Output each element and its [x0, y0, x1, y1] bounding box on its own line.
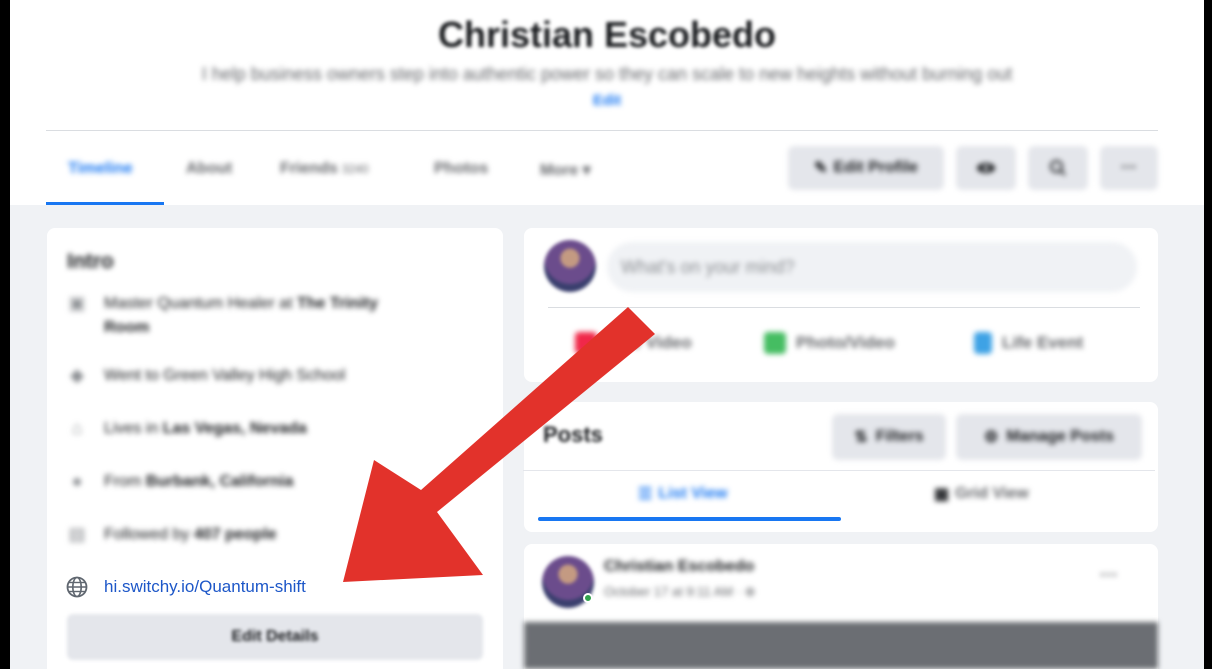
briefcase-icon: ▣: [68, 293, 86, 313]
filter-icon: ⇅: [854, 429, 868, 446]
life-event-button[interactable]: Life Event: [974, 332, 1083, 354]
home-icon: ⌂: [71, 418, 83, 438]
online-status-dot: [583, 593, 593, 603]
manage-posts-button[interactable]: ⚙ Manage Posts: [956, 414, 1142, 460]
tab-more[interactable]: More ▾: [540, 160, 591, 180]
photo-icon: [764, 332, 786, 354]
search-button[interactable]: [1028, 146, 1088, 190]
search-icon: [1050, 160, 1066, 176]
tab-timeline[interactable]: Timeline: [68, 160, 133, 178]
profile-name: Christian Escobedo: [437, 14, 777, 55]
posts-divider: [523, 470, 1155, 471]
post-image[interactable]: [524, 622, 1158, 669]
photo-video-button[interactable]: Photo/Video: [764, 332, 895, 354]
more-options-button[interactable]: ···: [1100, 146, 1158, 190]
profile-bio: I help business owners step into authent…: [201, 64, 1013, 84]
graduation-cap-icon: ◆: [70, 365, 84, 385]
intro-item-followers: ▤ Followed by 407 people: [66, 523, 276, 547]
intro-item-from: ● From Burbank, California: [66, 470, 294, 494]
gear-icon: ⚙: [984, 429, 999, 446]
status-input[interactable]: What's on your mind?: [607, 242, 1137, 292]
live-video-button[interactable]: Live Video: [575, 332, 692, 354]
header-divider: [46, 130, 1158, 131]
globe-icon: [66, 576, 88, 598]
intro-item-website[interactable]: hi.switchy.io/Quantum-shift: [66, 576, 306, 598]
list-icon: ☰: [638, 486, 653, 503]
bio-edit-link[interactable]: Edit: [10, 92, 1204, 109]
pencil-icon: ✎: [814, 160, 828, 177]
composer-avatar[interactable]: [544, 240, 596, 292]
list-view-tab[interactable]: ☰ List View: [638, 484, 727, 504]
active-tab-indicator: [46, 202, 164, 205]
intro-item-lives: ⌂ Lives in Las Vegas, Nevada: [66, 417, 307, 441]
tab-friends[interactable]: Friends 3240: [280, 160, 369, 178]
profile-page: Christian Escobedo I help business owner…: [10, 0, 1204, 669]
tab-about[interactable]: About: [186, 160, 232, 178]
edit-details-button[interactable]: Edit Details: [67, 614, 483, 660]
post-author[interactable]: Christian Escobedo: [604, 558, 754, 576]
intro-title: Intro: [67, 250, 114, 273]
edit-profile-button[interactable]: ✎ Edit Profile: [788, 146, 944, 190]
followers-icon: ▤: [68, 524, 86, 544]
live-video-icon: [575, 332, 597, 354]
posts-title: Posts: [543, 422, 603, 447]
view-as-button[interactable]: [956, 146, 1016, 190]
post-timestamp[interactable]: October 17 at 9:11 AM · ⊕: [604, 584, 756, 600]
intro-item-education: ◆ Went to Green Valley High School: [66, 364, 345, 388]
active-view-indicator: [538, 517, 841, 521]
grid-view-tab[interactable]: ▦ Grid View: [934, 484, 1029, 504]
eye-icon: [977, 163, 995, 173]
location-pin-icon: ●: [71, 471, 83, 491]
flag-icon: [974, 332, 992, 354]
post-more-button[interactable]: ···: [1100, 565, 1118, 586]
profile-header: Christian Escobedo I help business owner…: [10, 0, 1204, 205]
website-link[interactable]: hi.switchy.io/Quantum-shift: [104, 577, 306, 597]
tab-photos[interactable]: Photos: [434, 160, 488, 178]
grid-icon: ▦: [934, 486, 950, 503]
intro-item-work: ▣ Master Quantum Healer at The Trinity R…: [66, 292, 426, 340]
filters-button[interactable]: ⇅ Filters: [832, 414, 946, 460]
composer-divider: [548, 307, 1140, 308]
